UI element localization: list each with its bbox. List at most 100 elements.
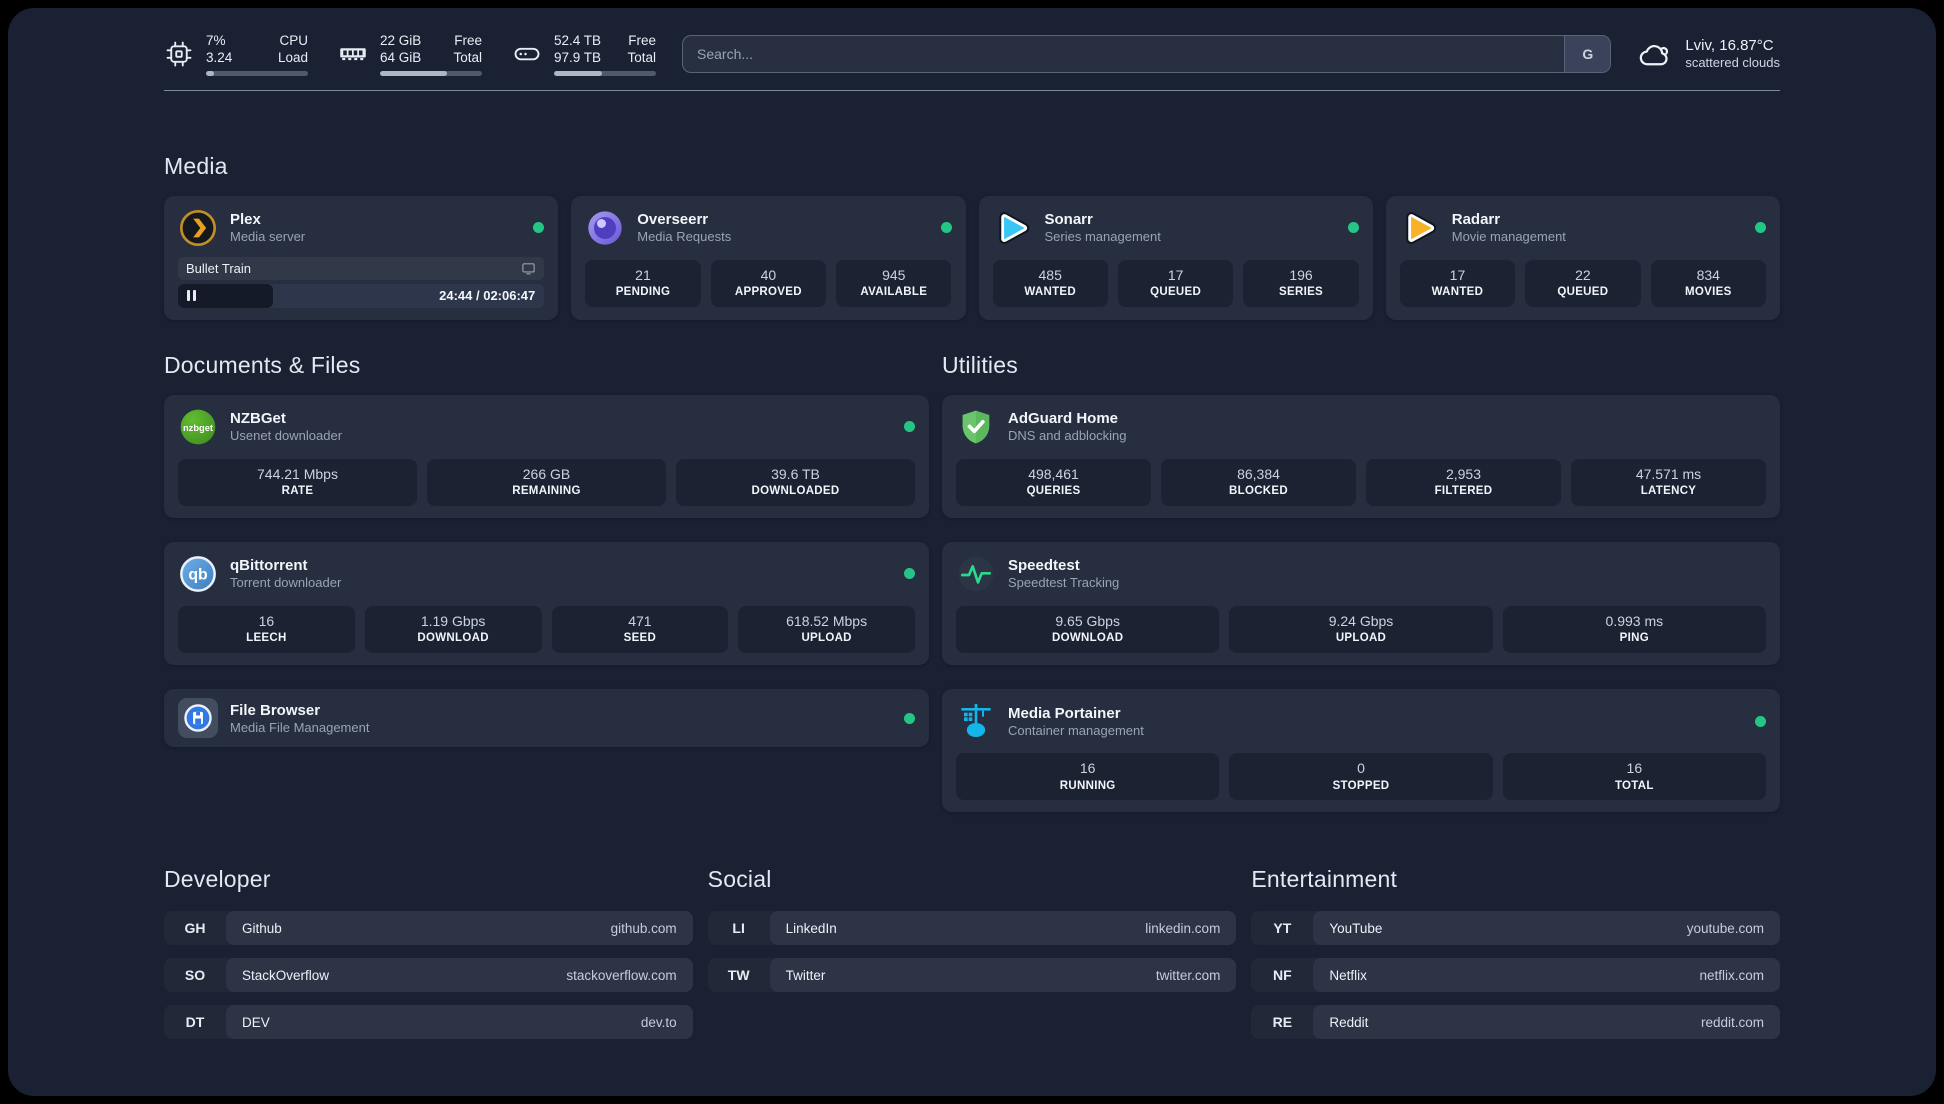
stat-box: 266 GB REMAINING <box>427 458 666 506</box>
disk-free: 52.4 TB <box>554 33 602 48</box>
link-pill[interactable]: Github github.com <box>226 911 693 946</box>
link-pill[interactable]: Reddit reddit.com <box>1313 1005 1780 1040</box>
link-badge: DT <box>185 1014 205 1031</box>
portainer-app-link[interactable]: Media Portainer Container management <box>956 701 1766 741</box>
stat-value: 21 <box>635 266 651 283</box>
link-row[interactable]: RE Reddit reddit.com <box>1251 1005 1780 1040</box>
stat-label: PING <box>1619 632 1649 645</box>
link-name: DEV <box>242 1014 270 1030</box>
app-subtitle: Media Requests <box>637 229 732 245</box>
app-name: qBittorrent <box>230 557 308 575</box>
bookmarks-grid: Developer GH Github github.com SO StackOverf… <box>164 866 1780 1052</box>
stat-box: 498,461 QUERIES <box>956 458 1151 506</box>
link-pill[interactable]: YouTube youtube.com <box>1313 911 1780 946</box>
link-row[interactable]: LI LinkedIn linkedin.com <box>707 911 1237 946</box>
app-subtitle: Container management <box>1008 722 1144 738</box>
stat-label: DOWNLOAD <box>417 632 489 645</box>
plex-app-link[interactable]: Plex Media server <box>178 208 545 248</box>
app-subtitle: Media File Management <box>230 719 370 735</box>
filebrowser-app-link[interactable]: File Browser Media File Management <box>178 698 915 739</box>
stat-label: PENDING <box>615 286 671 299</box>
adguard-app-link[interactable]: AdGuard Home DNS and adblocking <box>956 407 1766 447</box>
link-row[interactable]: GH Github github.com <box>164 911 693 946</box>
mid-grid: Documents & Files nzbget NZBGet Usenet d… <box>164 352 1780 813</box>
playback-time: 24:44 / 02:06:47 <box>439 287 536 303</box>
overseerr-card: Overseerr Media Requests 21 PENDING 40 APPR… <box>571 195 966 320</box>
stat-label: UPLOAD <box>801 632 852 645</box>
section-title-entertainment: Entertainment <box>1251 866 1398 893</box>
stat-value: 17 <box>1449 266 1466 283</box>
cpu-usage: 7% <box>206 33 226 48</box>
cpu-stat: 7% CPU 3.24 Load <box>164 32 308 76</box>
adguard-icon <box>956 407 996 447</box>
status-online-dot <box>1755 715 1766 727</box>
stat-box: 196 SERIES <box>1243 259 1359 307</box>
cpu-icon <box>164 39 194 69</box>
stat-box: 17 QUEUED <box>1117 259 1234 307</box>
stat-value: 22 <box>1575 266 1591 283</box>
stat-value: 86,384 <box>1237 465 1280 482</box>
link-url: youtube.com <box>1686 920 1764 936</box>
radarr-icon <box>1400 208 1440 248</box>
stat-value: 834 <box>1696 266 1720 283</box>
overseerr-app-link[interactable]: Overseerr Media Requests <box>585 208 952 248</box>
nzbget-icon: nzbget <box>178 407 218 447</box>
stat-label: APPROVED <box>734 286 802 299</box>
link-url: netflix.com <box>1699 967 1764 983</box>
stat-value: 744.21 Mbps <box>257 465 338 482</box>
link-url: twitter.com <box>1155 967 1221 983</box>
svg-text:nzbget: nzbget <box>183 422 213 432</box>
plex-icon <box>178 208 218 248</box>
sonarr-app-link[interactable]: Sonarr Series management <box>993 208 1359 248</box>
app-subtitle: Usenet downloader <box>230 428 343 444</box>
link-row[interactable]: DT DEV dev.to <box>164 1005 693 1040</box>
link-badge: LI <box>732 920 745 937</box>
stats-row: 16 LEECH 1.19 Gbps DOWNLOAD 471 SEED 618.52 Mb… <box>178 605 915 654</box>
link-badge: RE <box>1272 1014 1293 1031</box>
radarr-card: Radarr Movie management 17 WANTED 22 QUEUED… <box>1385 195 1780 320</box>
link-pill[interactable]: Twitter twitter.com <box>769 958 1237 993</box>
link-row[interactable]: SO StackOverflow stackoverflow.com <box>164 958 693 993</box>
disk-total-label: Total <box>627 50 656 66</box>
disk-progress-bar <box>554 70 656 76</box>
link-row[interactable]: YT YouTube youtube.com <box>1251 911 1780 946</box>
nzbget-app-link[interactable]: nzbget NZBGet Usenet downloader <box>178 407 915 447</box>
speedtest-app-link[interactable]: Speedtest Speedtest Tracking <box>956 554 1766 594</box>
app-subtitle: DNS and adblocking <box>1008 428 1127 444</box>
cpu-progress-bar <box>206 70 308 76</box>
search-input[interactable] <box>683 35 1565 72</box>
link-pill[interactable]: Netflix netflix.com <box>1313 958 1780 993</box>
stat-value: 17 <box>1167 266 1184 283</box>
stat-label: QUERIES <box>1026 485 1081 498</box>
app-name: AdGuard Home <box>1008 410 1119 428</box>
link-row[interactable]: NF Netflix netflix.com <box>1251 958 1780 993</box>
app-subtitle: Speedtest Tracking <box>1008 575 1120 591</box>
app-name: Overseerr <box>637 211 709 229</box>
stat-label: WANTED <box>1024 286 1077 299</box>
sonarr-card: Sonarr Series management 485 WANTED 17 QUEU… <box>978 195 1373 320</box>
stat-value: 196 <box>1289 266 1313 283</box>
stat-box: 17 WANTED <box>1399 259 1516 307</box>
link-row[interactable]: TW Twitter twitter.com <box>707 958 1237 993</box>
link-pill[interactable]: LinkedIn linkedin.com <box>769 911 1237 946</box>
entertainment-column: Entertainment YT YouTube youtube.com NF Netf… <box>1251 866 1780 1052</box>
stat-value: 47.571 ms <box>1635 465 1702 482</box>
app-subtitle: Torrent downloader <box>230 575 342 591</box>
radarr-app-link[interactable]: Radarr Movie management <box>1400 208 1766 248</box>
app-name: Sonarr <box>1044 211 1093 229</box>
stat-label: QUEUED <box>1150 286 1202 299</box>
link-pill[interactable]: StackOverflow stackoverflow.com <box>226 958 693 993</box>
ram-free: 22 GiB <box>380 33 422 48</box>
qbittorrent-app-link[interactable]: qb qBittorrent Torrent downloader <box>178 554 915 594</box>
link-pill[interactable]: DEV dev.to <box>226 1005 693 1040</box>
stat-label: FILTERED <box>1434 485 1493 498</box>
status-online-dot <box>1347 222 1359 234</box>
media-card-grid: Plex Media server Bullet Train 24:44 / 0… <box>164 195 1780 320</box>
ram-icon <box>338 39 368 69</box>
search-provider-button[interactable]: G <box>1564 35 1611 72</box>
status-online-dot <box>904 421 915 433</box>
stats-row: 9.65 Gbps DOWNLOAD 9.24 Gbps UPLOAD 0.993 ms… <box>956 605 1766 654</box>
stat-value: 471 <box>628 612 652 629</box>
stat-box: 485 WANTED <box>992 259 1108 307</box>
stat-box: 16 RUNNING <box>956 753 1220 801</box>
